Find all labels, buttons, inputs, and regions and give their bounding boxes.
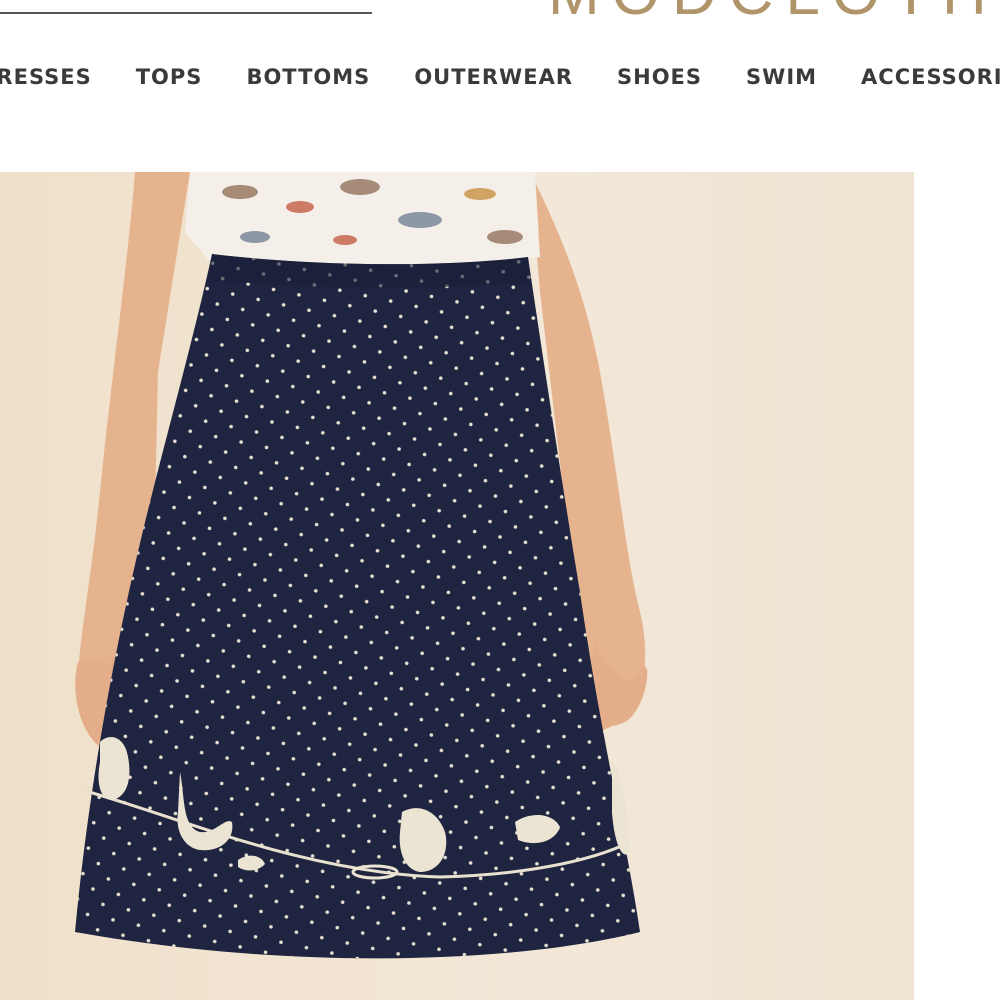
nav-item-tops[interactable]: TOPS — [136, 65, 203, 89]
nav-item-dresses[interactable]: DRESSES — [0, 65, 92, 89]
product-page: MODCLOTH DRESSES TOPS BOTTOMS OUTERWEAR … — [0, 0, 1000, 1000]
header-divider — [0, 12, 372, 14]
main-nav: DRESSES TOPS BOTTOMS OUTERWEAR SHOES SWI… — [0, 62, 1000, 92]
brand-logo-text: MODCLOTH — [548, 0, 999, 18]
nav-item-bottoms[interactable]: BOTTOMS — [246, 65, 370, 89]
nav-item-swim[interactable]: SWIM — [746, 65, 817, 89]
brand-logo[interactable]: MODCLOTH — [548, 0, 1000, 18]
nav-item-shoes[interactable]: SHOES — [617, 65, 702, 89]
product-photo-illustration — [0, 172, 914, 1000]
product-image[interactable] — [0, 172, 914, 1000]
nav-item-outerwear[interactable]: OUTERWEAR — [414, 65, 573, 89]
nav-item-accessories[interactable]: ACCESSORIES — [861, 65, 1000, 89]
